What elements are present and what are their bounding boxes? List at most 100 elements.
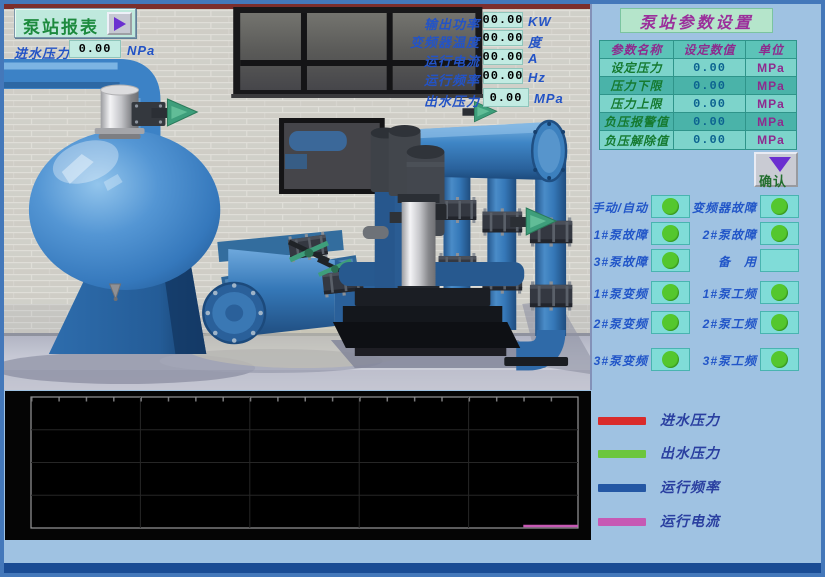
settings-row: 负压解除值 0.00 MPa — [600, 131, 796, 149]
outlet-pressure-unit: MPa — [534, 91, 564, 106]
status-indicator — [651, 311, 690, 334]
inlet-pressure-value: 0.00 — [69, 40, 121, 58]
param-name: 压力下限 — [600, 77, 674, 95]
status-indicator — [760, 348, 799, 371]
indicator-dot — [771, 314, 788, 331]
status-label-vfd-fault: 变频器故障 — [690, 199, 757, 216]
frame-edge — [821, 0, 825, 577]
inverter-temp-label: 变频器温度 — [330, 32, 480, 51]
run-current-value: 00.00 — [483, 49, 523, 65]
frame-edge — [0, 573, 825, 577]
run-frequency-value: 00.00 — [483, 68, 523, 84]
indicator-dot — [771, 198, 788, 215]
status-indicator — [651, 222, 690, 245]
param-name: 负压解除值 — [600, 131, 674, 149]
indicator-dot — [662, 314, 679, 331]
settings-panel-title: 泵站参数设置 — [620, 8, 773, 33]
status-indicator — [760, 311, 799, 334]
run-frequency-unit: Hz — [528, 70, 546, 85]
param-unit: MPa — [746, 131, 796, 149]
frame-edge — [0, 0, 825, 4]
status-label-pump3-fault: 3#泵故障 — [586, 253, 648, 270]
indicator-dot — [662, 284, 679, 301]
status-label-pump3-line: 3#泵工频 — [690, 352, 757, 369]
param-name: 负压报警值 — [600, 113, 674, 131]
settings-table: 参数名称 设定数值 单位 设定压力 0.00 MPa 压力下限 0.00 MPa… — [599, 40, 797, 150]
param-value-field[interactable]: 0.00 — [674, 77, 746, 95]
trend-chart — [5, 391, 591, 540]
settings-row: 设定压力 0.00 MPa — [600, 59, 796, 77]
status-label-spare: 备 用 — [690, 253, 757, 270]
status-indicator — [760, 281, 799, 304]
legend-swatch-frequency — [598, 484, 646, 492]
inlet-pressure-unit: NPa — [127, 43, 155, 58]
legend-label-current: 运行电流 — [660, 511, 720, 531]
status-indicator — [651, 348, 690, 371]
legend-swatch-inlet — [598, 417, 646, 425]
report-button-label: 泵站报表 — [23, 13, 99, 38]
outlet-pressure-label: 出水压力 — [330, 91, 480, 110]
indicator-dot — [771, 351, 788, 368]
param-unit: MPa — [746, 95, 796, 113]
status-label-pump2-vfd: 2#泵变频 — [586, 315, 648, 332]
indicator-dot — [771, 225, 788, 242]
down-triangle-icon — [769, 157, 791, 172]
indicator-dot — [771, 284, 788, 301]
settings-table-header: 参数名称 设定数值 单位 — [600, 41, 796, 59]
status-indicator — [760, 222, 799, 245]
param-unit: MPa — [746, 59, 796, 77]
inlet-pressure-label: 进水压力 — [14, 43, 68, 62]
output-power-value: 00.00 — [483, 12, 523, 28]
legend-swatch-outlet — [598, 450, 646, 458]
legend-swatch-current — [598, 518, 646, 526]
status-label-pump3-vfd: 3#泵变频 — [586, 352, 648, 369]
legend-label-outlet: 出水压力 — [660, 443, 720, 463]
indicator-dot — [662, 225, 679, 242]
run-current-label: 运行电流 — [330, 51, 480, 70]
status-label-pump1-vfd: 1#泵变频 — [586, 285, 648, 302]
output-power-label: 输出功率 — [330, 14, 480, 33]
frame-edge — [0, 0, 4, 577]
settings-row: 压力下限 0.00 MPa — [600, 77, 796, 95]
legend-label-inlet: 进水压力 — [660, 410, 720, 430]
param-value-field[interactable]: 0.00 — [674, 131, 746, 149]
output-power-unit: KW — [528, 14, 552, 29]
param-unit: MPa — [746, 113, 796, 131]
report-open-button[interactable] — [107, 12, 132, 35]
status-indicator — [651, 281, 690, 304]
status-label-auto-manual: 手动/自动 — [586, 199, 648, 216]
indicator-dot — [662, 351, 679, 368]
inverter-temp-unit: 度 — [528, 32, 542, 51]
legend-label-frequency: 运行频率 — [660, 477, 720, 497]
status-label-pump2-fault: 2#泵故障 — [690, 226, 757, 243]
confirm-button[interactable]: 确认 — [754, 152, 798, 187]
settings-row: 负压报警值 0.00 MPa — [600, 113, 796, 131]
param-name: 压力上限 — [600, 95, 674, 113]
param-name: 设定压力 — [600, 59, 674, 77]
lower-window — [279, 118, 385, 194]
param-value-field[interactable]: 0.00 — [674, 113, 746, 131]
trend-chart-plot — [5, 391, 591, 540]
col-set-value: 设定数值 — [674, 41, 746, 59]
pump-station-hmi: 泵站报表 进水压力 0.00 NPa 输出功率 00.00 KW 变频器温度 0… — [0, 0, 825, 577]
status-indicator — [651, 195, 690, 218]
status-indicator — [760, 195, 799, 218]
param-unit: MPa — [746, 77, 796, 95]
settings-row: 压力上限 0.00 MPa — [600, 95, 796, 113]
status-label-pump1-fault: 1#泵故障 — [586, 226, 648, 243]
indicator-dot — [662, 198, 679, 215]
report-button[interactable]: 泵站报表 — [14, 8, 136, 38]
param-value-field[interactable]: 0.00 — [674, 59, 746, 77]
status-label-pump1-line: 1#泵工频 — [690, 285, 757, 302]
outlet-pressure-value: 0.00 — [483, 88, 529, 107]
play-triangle-icon — [114, 17, 126, 31]
status-indicator — [760, 249, 799, 272]
status-label-pump2-line: 2#泵工频 — [690, 315, 757, 332]
run-frequency-label: 运行频率 — [330, 70, 480, 89]
run-current-unit: A — [528, 51, 538, 66]
inverter-temp-value: 00.00 — [483, 30, 523, 46]
footer-bar — [4, 563, 821, 573]
param-value-field[interactable]: 0.00 — [674, 95, 746, 113]
col-unit: 单位 — [746, 41, 796, 59]
pump-barrel — [402, 202, 436, 288]
